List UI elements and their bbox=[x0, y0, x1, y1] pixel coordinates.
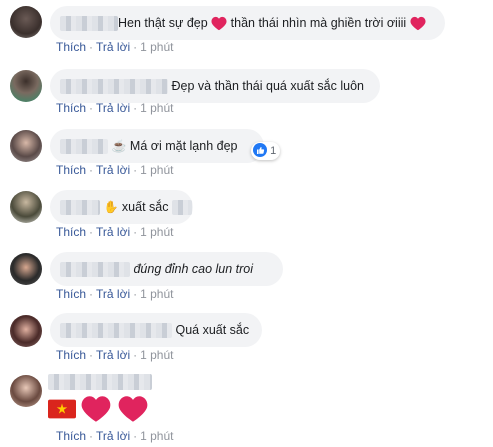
avatar[interactable] bbox=[10, 375, 42, 407]
timestamp[interactable]: 1 phút bbox=[140, 40, 173, 54]
timestamp[interactable]: 1 phút bbox=[140, 287, 173, 301]
blurred-username[interactable] bbox=[48, 374, 152, 390]
blurred-username[interactable] bbox=[60, 139, 108, 155]
blurred-username[interactable] bbox=[60, 200, 100, 216]
comment-bubble: ✋ xuất sắc bbox=[50, 190, 193, 224]
avatar[interactable] bbox=[10, 6, 42, 38]
reply-link[interactable]: Trả lời bbox=[96, 225, 130, 239]
comment-text: đúng đỉnh cao lun troi bbox=[133, 262, 254, 276]
comment-text: Quá xuất sắc bbox=[175, 323, 250, 337]
like-link[interactable]: Thích bbox=[56, 287, 86, 301]
comment-actions: Thích · Trả lời · 1 phút bbox=[56, 101, 174, 115]
like-link[interactable]: Thích bbox=[56, 163, 86, 177]
reaction-count[interactable]: 1 bbox=[251, 142, 281, 160]
reply-link[interactable]: Trả lời bbox=[96, 40, 130, 54]
timestamp[interactable]: 1 phút bbox=[140, 101, 173, 115]
like-link[interactable]: Thích bbox=[56, 348, 86, 362]
timestamp[interactable]: 1 phút bbox=[140, 429, 173, 443]
avatar[interactable] bbox=[10, 191, 42, 223]
heart-icon bbox=[410, 17, 426, 31]
comment-bubble: đúng đỉnh cao lun troi bbox=[50, 252, 283, 286]
coffee-icon: ☕ bbox=[111, 139, 127, 153]
raised-hand-icon: ✋ bbox=[103, 200, 119, 214]
comment-actions: Thích · Trả lời · 1 phút bbox=[56, 40, 174, 54]
comment-bubble: Hen thật sự đẹp thần thái nhìn mà ghiền … bbox=[50, 6, 445, 40]
comment-bubble: Đẹp và thần thái quá xuất sắc luôn bbox=[50, 69, 380, 103]
comment-actions: Thích · Trả lời · 1 phút bbox=[56, 348, 174, 362]
heart-icon bbox=[118, 396, 148, 422]
comment-text-2: thần thái nhìn mà ghiền trời ơiiii bbox=[230, 16, 407, 30]
like-link[interactable]: Thích bbox=[56, 101, 86, 115]
like-link[interactable]: Thích bbox=[56, 225, 86, 239]
comment-text: Hen thật sự đẹp bbox=[118, 16, 208, 30]
avatar[interactable] bbox=[10, 130, 42, 162]
reply-link[interactable]: Trả lời bbox=[96, 163, 130, 177]
timestamp[interactable]: 1 phút bbox=[140, 225, 173, 239]
timestamp[interactable]: 1 phút bbox=[140, 348, 173, 362]
blurred-username[interactable] bbox=[60, 79, 168, 95]
comment-actions: Thích · Trả lời · 1 phút bbox=[56, 225, 174, 239]
like-link[interactable]: Thích bbox=[56, 429, 86, 443]
reply-link[interactable]: Trả lời bbox=[96, 429, 130, 443]
heart-icon bbox=[82, 396, 111, 422]
blurred-username[interactable] bbox=[60, 262, 130, 278]
like-link[interactable]: Thích bbox=[56, 40, 86, 54]
avatar[interactable] bbox=[10, 70, 42, 102]
heart-icon bbox=[211, 17, 227, 31]
comment-actions: Thích · Trả lời · 1 phút bbox=[56, 163, 174, 177]
blurred-username[interactable] bbox=[60, 323, 172, 339]
vietnam-flag-icon bbox=[48, 399, 76, 419]
emoji-row bbox=[48, 395, 149, 425]
reply-link[interactable]: Trả lời bbox=[96, 287, 130, 301]
comment-text: xuất sắc bbox=[121, 200, 169, 214]
reply-link[interactable]: Trả lời bbox=[96, 348, 130, 362]
reply-link[interactable]: Trả lời bbox=[96, 101, 130, 115]
comment-bubble: ☕ Má ơi mặt lạnh đẹp bbox=[50, 129, 264, 163]
timestamp[interactable]: 1 phút bbox=[140, 163, 173, 177]
blurred-text bbox=[171, 200, 192, 216]
like-icon bbox=[253, 143, 267, 158]
comment-bubble: Quá xuất sắc bbox=[50, 313, 262, 347]
comment-text: Má ơi mặt lạnh đẹp bbox=[129, 139, 238, 153]
comment-text: Đẹp và thần thái quá xuất sắc luôn bbox=[171, 79, 364, 93]
reaction-number: 1 bbox=[270, 145, 277, 157]
avatar[interactable] bbox=[10, 253, 42, 285]
avatar[interactable] bbox=[10, 315, 42, 347]
blurred-username[interactable] bbox=[60, 16, 118, 32]
comment-actions: Thích · Trả lời · 1 phút bbox=[56, 287, 174, 301]
comment-actions: Thích · Trả lời · 1 phút bbox=[56, 429, 174, 443]
